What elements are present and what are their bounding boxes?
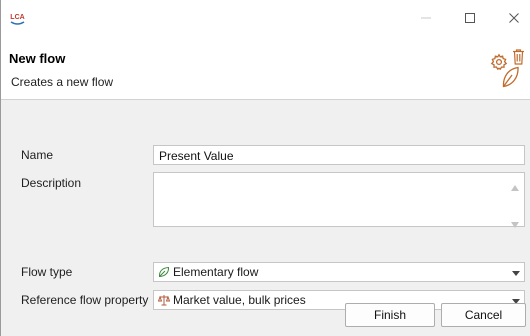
reference-flow-property-value: Market value, bulk prices [173, 293, 306, 307]
maximize-button[interactable] [455, 8, 485, 30]
scale-icon [158, 294, 170, 306]
close-icon [508, 12, 520, 27]
chevron-down-icon [510, 267, 522, 279]
dialog-header: New flow Creates a new flow [1, 38, 530, 99]
close-button[interactable] [499, 8, 529, 30]
title-bar: LCA [1, 0, 530, 38]
flow-type-value: Elementary flow [173, 265, 259, 279]
scroll-up-icon [511, 180, 519, 194]
flow-type-label: Flow type [21, 265, 73, 279]
minimize-button[interactable] [411, 8, 441, 30]
reference-flow-property-label: Reference flow property [21, 293, 149, 307]
leaf-icon [158, 266, 170, 278]
svg-text:LCA: LCA [10, 14, 24, 21]
footer-gap [1, 292, 9, 293]
description-field[interactable] [153, 172, 525, 228]
scroll-down-icon [511, 217, 519, 231]
description-scrollbar[interactable] [506, 173, 524, 228]
header-divider [1, 99, 530, 100]
name-field[interactable]: Present Value [153, 145, 525, 165]
description-label: Description [21, 176, 82, 190]
leaf-icon [501, 65, 520, 89]
dialog-title: New flow [9, 51, 66, 66]
lca-icon: LCA [8, 11, 27, 26]
finish-button[interactable]: Finish [345, 303, 435, 327]
minimize-icon [420, 12, 432, 27]
new-flow-dialog: LCA New flow Creates a new flow Name Pre… [0, 0, 530, 336]
dialog-subtitle: Creates a new flow [11, 75, 114, 89]
cancel-button[interactable]: Cancel [441, 303, 526, 327]
maximize-icon [464, 12, 476, 27]
trash-icon [512, 49, 525, 65]
flow-type-select[interactable]: Elementary flow [153, 262, 525, 282]
name-label: Name [21, 148, 54, 162]
